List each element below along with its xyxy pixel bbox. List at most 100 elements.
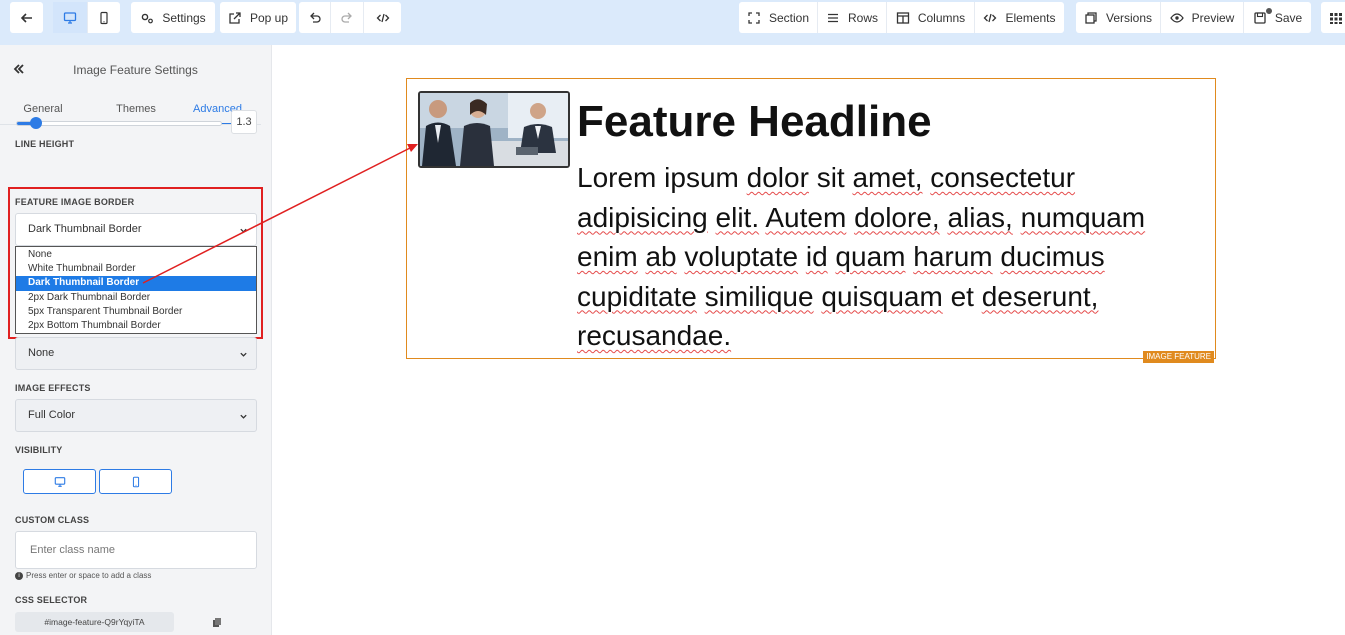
option-2px-dark-thumbnail-border[interactable]: 2px Dark Thumbnail Border	[16, 291, 256, 305]
publish-group: Versions Preview Save	[1076, 2, 1311, 33]
line-height-label: LINE HEIGHT	[15, 139, 75, 149]
save-icon	[1254, 11, 1266, 24]
apps-button[interactable]	[1321, 2, 1345, 33]
line-height-value[interactable]: 1.3	[231, 110, 257, 134]
body-word: dolor	[746, 162, 809, 193]
feature-body-text[interactable]: Lorem ipsum dolor sit amet, consectetur …	[577, 158, 1197, 356]
body-word: adipisicing	[577, 201, 708, 233]
redo-button[interactable]	[331, 2, 364, 33]
body-word: deserunt,	[981, 280, 1099, 312]
code-icon	[984, 13, 997, 22]
structure-group: Section Rows Columns Elements	[739, 2, 1064, 33]
columns-icon	[896, 11, 909, 24]
custom-class-input[interactable]: Enter class name	[15, 531, 257, 569]
versions-label: Versions	[1105, 10, 1153, 25]
feature-image-border-select[interactable]: Dark Thumbnail Border	[15, 213, 257, 246]
rows-label: Rows	[847, 10, 878, 25]
redo-icon	[341, 12, 352, 23]
visibility-desktop-toggle[interactable]	[23, 469, 96, 494]
option-5px-transparent-thumbnail-border[interactable]: 5px Transparent Thumbnail Border	[16, 305, 256, 319]
code-button[interactable]	[364, 2, 401, 33]
option-2px-bottom-thumbnail-border[interactable]: 2px Bottom Thumbnail Border	[16, 319, 256, 333]
settings-button[interactable]: Settings	[131, 2, 215, 33]
chevron-down-icon	[240, 228, 247, 233]
option-dark-thumbnail-border[interactable]: Dark Thumbnail Border	[16, 276, 256, 291]
image-effects-value: Full Color	[28, 409, 76, 421]
undo-button[interactable]	[299, 2, 331, 33]
option-white-thumbnail-border[interactable]: White Thumbnail Border	[16, 262, 256, 276]
custom-class-hint: i Press enter or space to add a class	[15, 571, 151, 580]
body-word: harum	[913, 241, 993, 272]
save-button[interactable]: Save	[1244, 2, 1311, 33]
sidebar-title: Image Feature Settings	[73, 63, 198, 77]
custom-class-hint-text: Press enter or space to add a class	[26, 571, 152, 580]
tab-general[interactable]: General	[0, 95, 86, 124]
desktop-view-button[interactable]	[53, 2, 88, 33]
preview-label: Preview	[1191, 10, 1235, 25]
body-word: quam	[835, 241, 906, 272]
body-word: sit	[816, 162, 845, 193]
preview-button[interactable]: Preview	[1161, 2, 1244, 33]
popup-button[interactable]: Pop up	[220, 2, 296, 33]
settings-label: Settings	[162, 10, 206, 25]
desktop-icon	[63, 11, 77, 24]
tab-themes[interactable]: Themes	[86, 95, 186, 124]
body-word: ab	[645, 241, 677, 272]
feature-image[interactable]	[418, 91, 570, 168]
body-word: id	[805, 241, 828, 272]
grid-icon	[1330, 12, 1342, 24]
columns-button[interactable]: Columns	[887, 2, 975, 33]
versions-icon	[1085, 11, 1097, 24]
gears-icon	[142, 13, 154, 23]
chevron-down-icon	[240, 352, 247, 357]
css-selector-label: CSS SELECTOR	[15, 595, 88, 605]
elements-button[interactable]: Elements	[975, 2, 1064, 33]
double-chevron-left-icon[interactable]	[12, 62, 26, 76]
body-word: ipsum	[664, 162, 739, 193]
body-word: cupiditate	[577, 280, 697, 312]
visibility-label: VISIBILITY	[15, 445, 63, 455]
image-feature-element[interactable]: Feature Headline Lorem ipsum dolor sit a…	[406, 78, 1216, 363]
slider-thumb[interactable]	[30, 117, 42, 129]
image-effects-select[interactable]: Full Color	[15, 399, 257, 432]
popup-label: Pop up	[249, 10, 289, 25]
back-button[interactable]	[10, 2, 43, 33]
body-word: voluptate	[684, 241, 799, 272]
bars-icon	[827, 13, 838, 22]
top-toolbar: Settings Pop up Section Rows Columns Ele…	[0, 0, 1345, 45]
feature-headline[interactable]: Feature Headline	[577, 96, 932, 148]
body-word: enim	[577, 241, 638, 272]
info-icon: i	[15, 571, 23, 580]
secondary-select-value: None	[28, 347, 55, 359]
versions-button[interactable]: Versions	[1076, 2, 1161, 33]
device-switcher	[53, 2, 120, 33]
css-selector-value[interactable]: #image-feature-Q9rYqyiTA	[15, 612, 174, 632]
section-button[interactable]: Section	[739, 2, 818, 33]
body-word: recusandae.	[577, 320, 732, 351]
save-label: Save	[1274, 10, 1303, 25]
desktop-icon	[54, 476, 65, 487]
rows-button[interactable]: Rows	[818, 2, 887, 33]
mobile-view-button[interactable]	[88, 2, 120, 33]
sidebar-header: Image Feature Settings	[0, 45, 271, 95]
external-link-icon	[229, 11, 241, 24]
body-word: quisquam	[821, 280, 943, 312]
body-word: alias,	[947, 201, 1013, 233]
unsaved-dot	[1266, 8, 1272, 14]
option-none[interactable]: None	[16, 248, 256, 262]
body-word: Lorem	[577, 162, 657, 193]
copy-icon[interactable]	[212, 617, 222, 628]
line-height-slider[interactable]	[16, 117, 222, 129]
history-group	[299, 2, 401, 33]
body-word: numquam	[1020, 201, 1146, 233]
undo-icon	[309, 12, 321, 23]
body-word: similique	[704, 280, 814, 312]
body-word: elit.	[715, 201, 760, 233]
feature-image-border-selected: Dark Thumbnail Border	[28, 223, 142, 235]
expand-icon	[748, 11, 760, 24]
element-type-tag: IMAGE FEATURE	[1143, 351, 1214, 363]
visibility-mobile-toggle[interactable]	[99, 469, 172, 494]
eye-icon	[1169, 12, 1184, 23]
secondary-select[interactable]: None	[15, 337, 257, 370]
body-word: amet,	[852, 162, 923, 193]
